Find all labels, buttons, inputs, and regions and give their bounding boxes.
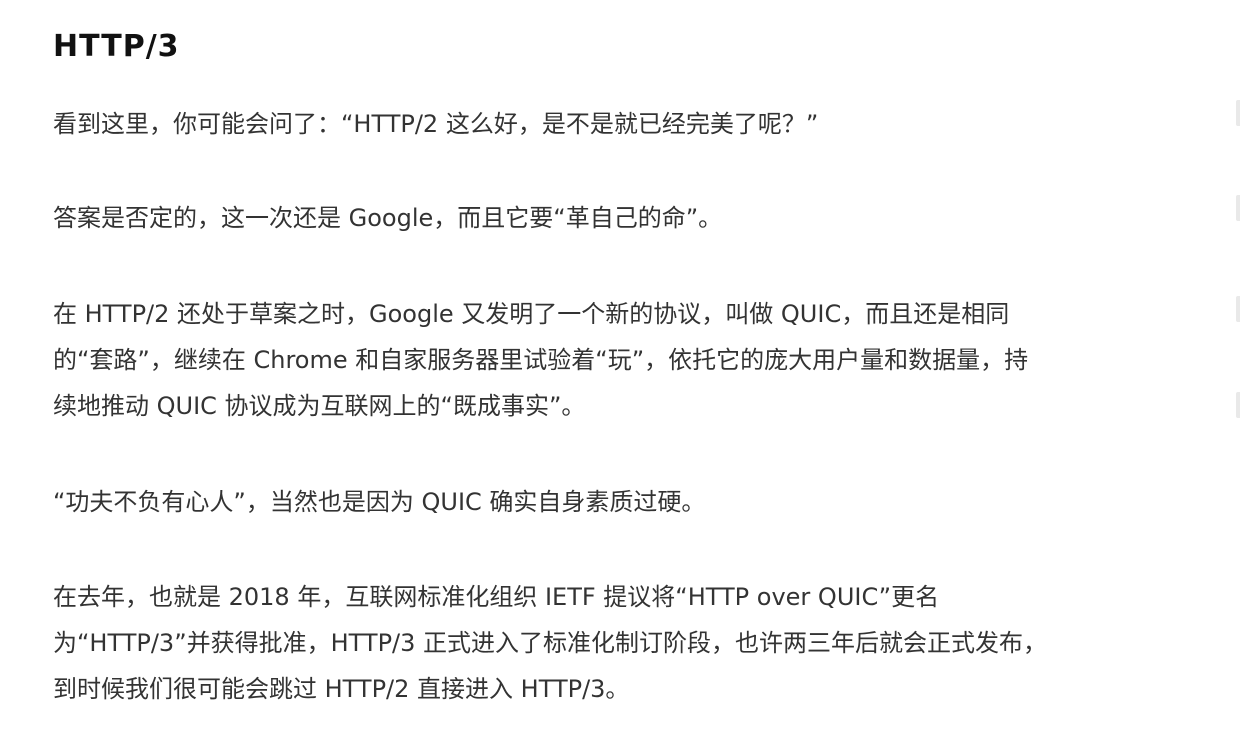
- paragraph-answer: 答案是否定的，这一次还是 Google，而且它要“革自己的命”。: [53, 195, 722, 241]
- comment-marker[interactable]: [1236, 392, 1240, 418]
- paragraph-http3-standard: 在去年，也就是 2018 年，互联网标准化组织 IETF 提议将“HTTP ov…: [53, 574, 1047, 712]
- paragraph-line: 答案是否定的，这一次还是 Google，而且它要“革自己的命”。: [53, 204, 723, 232]
- comment-marker[interactable]: [1236, 195, 1240, 221]
- comment-marker[interactable]: [1236, 100, 1240, 126]
- comment-marker[interactable]: [1236, 296, 1240, 322]
- paragraph-line: 的“套路”，继续在 Chrome 和自家服务器里试验着“玩”，依托它的庞大用户量…: [53, 346, 1029, 374]
- paragraph-quic-origin: 在 HTTP/2 还处于草案之时，Google 又发明了一个新的协议，叫做 QU…: [53, 291, 1028, 429]
- paragraph-question: 看到这里，你可能会问了：“HTTP/2 这么好，是不是就已经完美了呢？”: [53, 101, 818, 147]
- paragraph-line: 在去年，也就是 2018 年，互联网标准化组织 IETF 提议将“HTTP ov…: [53, 583, 940, 611]
- paragraph-line: 续地推动 QUIC 协议成为互联网上的“既成事实”。: [53, 392, 586, 420]
- paragraph-line: “功夫不负有心人”，当然也是因为 QUIC 确实自身素质过硬。: [53, 488, 706, 516]
- paragraph-line: 到时候我们很可能会跳过 HTTP/2 直接进入 HTTP/3。: [53, 675, 630, 703]
- paragraph-quic-quality: “功夫不负有心人”，当然也是因为 QUIC 确实自身素质过硬。: [53, 479, 705, 525]
- paragraph-line: 为“HTTP/3”并获得批准，HTTP/3 正式进入了标准化制订阶段，也许两三年…: [53, 629, 1048, 657]
- section-heading: HTTP/3: [53, 29, 180, 64]
- paragraph-line: 在 HTTP/2 还处于草案之时，Google 又发明了一个新的协议，叫做 QU…: [53, 300, 1010, 328]
- paragraph-line: 看到这里，你可能会问了：“HTTP/2 这么好，是不是就已经完美了呢？”: [53, 110, 819, 138]
